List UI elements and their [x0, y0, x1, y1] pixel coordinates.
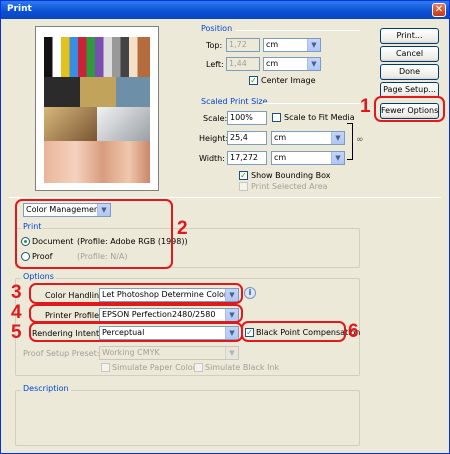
preview-image — [44, 37, 150, 183]
annotation-number-5: 5 — [11, 322, 22, 343]
left-input[interactable]: 1,44 — [226, 57, 260, 71]
done-button[interactable]: Done — [380, 64, 439, 80]
annotation-number-3: 3 — [11, 282, 22, 303]
height-label: Height: — [199, 134, 229, 143]
top-unit-select[interactable]: cm ▼ — [263, 38, 321, 52]
height-input[interactable]: 25,4 — [227, 131, 267, 145]
scale-to-fit-label: Scale to Fit Media — [284, 113, 355, 122]
cancel-button[interactable]: Cancel — [380, 46, 439, 62]
annotation-number-6: 6 — [348, 321, 359, 342]
annotation-box-print-group — [15, 199, 173, 269]
annotation-box-black-point — [241, 321, 346, 342]
title-bar: Print ✕ — [1, 1, 449, 19]
proportion-bracket — [347, 123, 353, 160]
simulate-paper-color-label: Simulate Paper Color — [112, 363, 196, 372]
annotation-box-fewer-options — [374, 96, 445, 122]
proof-setup-preset-select[interactable]: Working CMYK ▼ — [99, 346, 239, 360]
dropdown-arrow-icon: ▼ — [331, 152, 344, 164]
description-groupbox — [15, 390, 360, 446]
show-bounding-box-label: Show Bounding Box — [251, 171, 331, 180]
width-unit-select[interactable]: cm ▼ — [271, 151, 345, 165]
print-preview — [35, 26, 159, 191]
check-icon: ✓ — [250, 76, 257, 85]
simulate-black-ink-label: Simulate Black Ink — [205, 363, 280, 372]
close-icon: ✕ — [434, 4, 444, 15]
print-selected-area-label: Print Selected Area — [251, 182, 328, 191]
top-input[interactable]: 1,72 — [226, 38, 260, 52]
print-selected-area-checkbox[interactable] — [239, 182, 248, 191]
dropdown-arrow-icon: ▼ — [307, 58, 320, 70]
description-group-title: Description — [21, 384, 71, 393]
baby-faces-image — [44, 141, 150, 183]
top-label: Top: — [206, 41, 223, 50]
top-unit-value: cm — [266, 40, 279, 49]
width-input[interactable]: 17,272 — [227, 151, 267, 165]
photo-tile — [97, 107, 150, 141]
color-chart-image — [44, 37, 150, 77]
photo-tile — [116, 77, 150, 107]
scaled-print-size-title: Scaled Print Size — [201, 97, 268, 106]
scale-input[interactable]: 100% — [227, 111, 267, 125]
left-unit-select[interactable]: cm ▼ — [263, 57, 321, 71]
scale-to-fit-checkbox[interactable] — [272, 113, 281, 122]
center-image-checkbox[interactable]: ✓ — [249, 76, 258, 85]
proof-setup-preset-label: Proof Setup Preset: — [23, 349, 100, 358]
options-group-title: Options — [21, 272, 56, 281]
scale-label: Scale: — [203, 114, 228, 123]
photo-tile — [44, 77, 80, 107]
simulate-black-ink-checkbox[interactable] — [194, 363, 203, 372]
height-unit-select[interactable]: cm ▼ — [271, 131, 345, 145]
width-unit-value: cm — [274, 153, 287, 162]
close-button[interactable]: ✕ — [432, 3, 446, 17]
print-dialog: Print ✕ Position Top: 1,72 cm ▼ Left: 1,4… — [0, 0, 450, 454]
proof-setup-preset-value: Working CMYK — [102, 348, 160, 357]
photo-tile — [80, 77, 116, 107]
left-unit-value: cm — [266, 59, 279, 68]
info-icon[interactable]: i — [244, 287, 256, 299]
annotation-box-rendering-intent — [29, 322, 243, 342]
window-title: Print — [7, 4, 32, 14]
dropdown-arrow-icon: ▼ — [307, 39, 320, 51]
section-separator — [9, 197, 441, 198]
annotation-number-1: 1 — [360, 96, 371, 117]
center-image-label: Center Image — [261, 76, 316, 85]
position-group-title: Position — [201, 24, 233, 33]
annotation-number-4: 4 — [11, 302, 22, 323]
annotation-number-2: 2 — [177, 218, 188, 239]
annotation-box-color-handling — [29, 283, 243, 304]
scaled-separator — [263, 103, 360, 104]
check-icon: ✓ — [240, 171, 247, 180]
print-button[interactable]: Print... — [380, 28, 439, 44]
photo-tile — [44, 107, 97, 141]
left-label: Left: — [206, 60, 224, 69]
show-bounding-box-checkbox[interactable]: ✓ — [239, 171, 248, 180]
position-separator — [236, 30, 360, 31]
dropdown-arrow-icon: ▼ — [331, 132, 344, 144]
link-icon[interactable]: ∞ — [356, 135, 364, 145]
simulate-paper-color-checkbox[interactable] — [101, 363, 110, 372]
width-label: Width: — [199, 154, 225, 163]
dropdown-arrow-icon: ▼ — [225, 347, 238, 359]
height-unit-value: cm — [274, 133, 287, 142]
annotation-box-printer-profile — [29, 304, 243, 323]
